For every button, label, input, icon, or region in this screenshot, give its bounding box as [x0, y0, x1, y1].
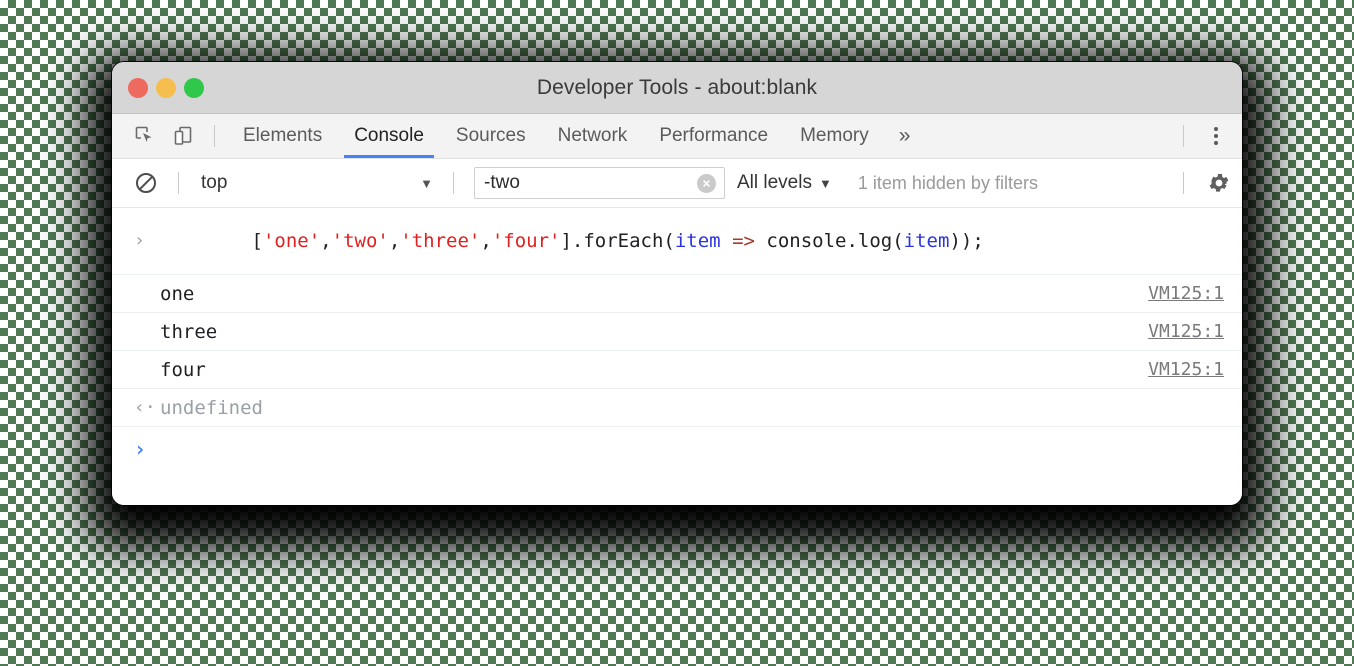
execution-context-selector[interactable]: top ▼: [191, 168, 441, 198]
tab-memory[interactable]: Memory: [784, 114, 885, 158]
code-token: console.log(: [755, 230, 904, 252]
filter-divider-1: [178, 172, 179, 194]
tab-bar-divider: [1183, 125, 1184, 147]
minimize-button[interactable]: [156, 78, 176, 98]
tab-sources[interactable]: Sources: [440, 114, 542, 158]
close-button[interactable]: [128, 78, 148, 98]
code-token: [: [252, 230, 263, 252]
console-log-row: three VM125:1: [112, 313, 1242, 351]
panel-tabs: Elements Console Sources Network Perform…: [227, 114, 924, 158]
tab-bar-right-controls: [1171, 119, 1242, 153]
filter-divider-2: [453, 172, 454, 194]
chevron-down-icon: ▼: [819, 176, 832, 191]
log-source-link[interactable]: VM125:1: [1148, 321, 1224, 342]
code-token-string: 'four': [492, 230, 561, 252]
console-result-row: ‹· undefined: [112, 389, 1242, 427]
tab-console[interactable]: Console: [338, 114, 440, 158]
hidden-items-message: 1 item hidden by filters: [858, 173, 1038, 194]
chevron-down-icon: ▼: [420, 176, 433, 191]
log-source-link[interactable]: VM125:1: [1148, 359, 1224, 380]
inspect-element-icon[interactable]: [126, 119, 164, 153]
maximize-button[interactable]: [184, 78, 204, 98]
code-token-param: item: [675, 230, 721, 252]
console-log-row: four VM125:1: [112, 351, 1242, 389]
result-value: undefined: [160, 397, 263, 419]
return-value-icon: ‹·: [134, 399, 160, 417]
tab-network[interactable]: Network: [542, 114, 644, 158]
filter-input[interactable]: [475, 168, 724, 198]
console-filter-bar: top ▼ All levels ▼ 1 item hidden by filt…: [112, 159, 1242, 208]
code-token: ,: [480, 230, 491, 252]
log-level-selector[interactable]: All levels ▼: [737, 172, 832, 194]
code-token-string: 'three': [400, 230, 480, 252]
clear-input-icon[interactable]: [697, 174, 716, 193]
tab-elements[interactable]: Elements: [227, 114, 338, 158]
code-token-arrow: =>: [732, 230, 755, 252]
gear-icon[interactable]: [1196, 165, 1242, 201]
code-token: ,: [389, 230, 400, 252]
console-input-code: ['one','two','three','four'].forEach(ite…: [160, 208, 984, 274]
tab-performance[interactable]: Performance: [643, 114, 784, 158]
toolbar-divider: [214, 125, 215, 147]
devtools-window: Developer Tools - about:blank Elements C…: [112, 62, 1242, 505]
console-input-echo-row: › ['one','two','three','four'].forEach(i…: [112, 208, 1242, 275]
devtools-tab-bar: Elements Console Sources Network Perform…: [112, 114, 1242, 159]
window-title: Developer Tools - about:blank: [112, 76, 1242, 100]
window-controls: [128, 62, 204, 113]
code-token-param: item: [904, 230, 950, 252]
title-bar: Developer Tools - about:blank: [112, 62, 1242, 114]
code-token: ));: [949, 230, 983, 252]
filter-divider-3: [1183, 172, 1184, 194]
log-source-link[interactable]: VM125:1: [1148, 283, 1224, 304]
code-token: ,: [320, 230, 331, 252]
log-message: four: [160, 359, 206, 381]
console-log-row: one VM125:1: [112, 275, 1242, 313]
more-tabs-button[interactable]: »: [885, 114, 925, 158]
device-toolbar-icon[interactable]: [164, 119, 202, 153]
code-token-string: 'two': [332, 230, 389, 252]
log-message: one: [160, 283, 194, 305]
console-prompt-row[interactable]: ›: [112, 427, 1242, 471]
log-message: three: [160, 321, 217, 343]
code-token: ].forEach(: [560, 230, 674, 252]
console-output: › ['one','two','three','four'].forEach(i…: [112, 208, 1242, 505]
code-token-string: 'one': [263, 230, 320, 252]
filter-input-container: [474, 167, 725, 199]
code-token: [721, 230, 732, 252]
kebab-menu-icon[interactable]: [1196, 119, 1236, 153]
filter-bar-right-controls: [1171, 165, 1242, 201]
clear-console-icon[interactable]: [126, 165, 166, 201]
prompt-arrow-icon: ›: [134, 439, 160, 459]
execution-context-label: top: [201, 172, 227, 194]
input-arrow-icon: ›: [134, 232, 160, 250]
log-level-label: All levels: [737, 172, 812, 194]
